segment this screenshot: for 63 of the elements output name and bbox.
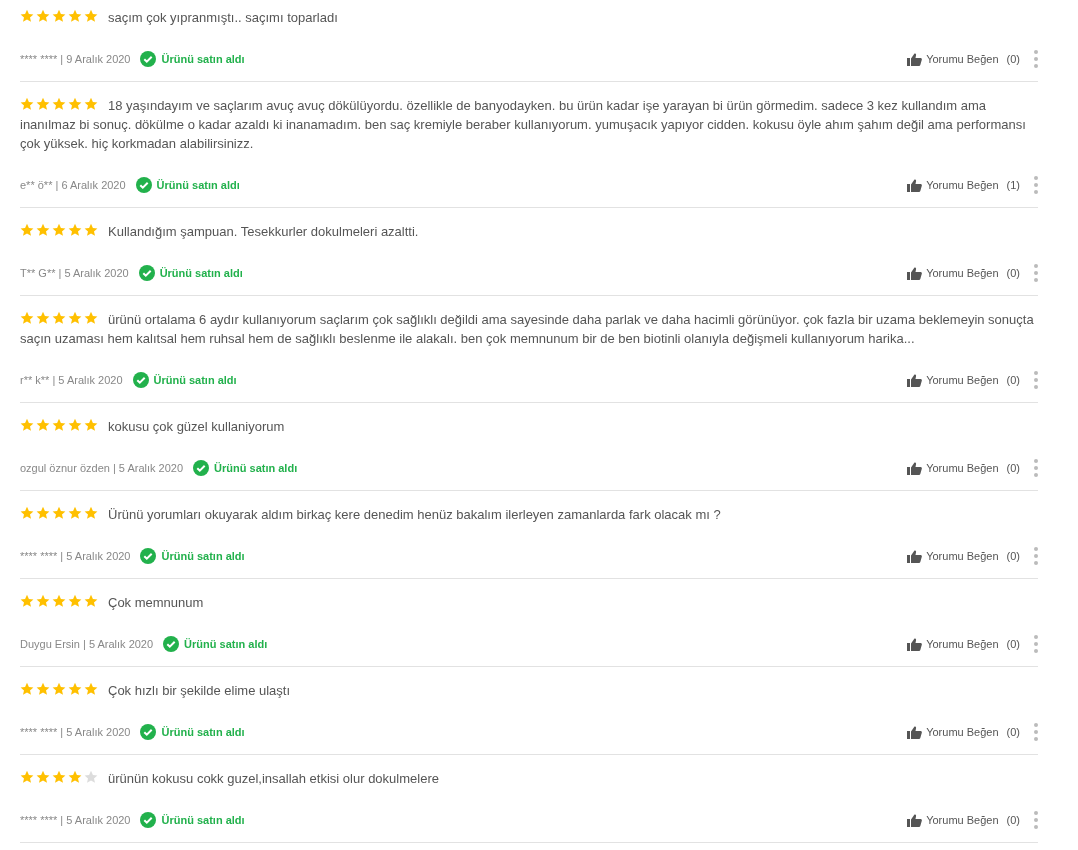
- verified-purchase-label: Ürünü satın aldı: [184, 638, 268, 650]
- more-options-icon[interactable]: [1034, 264, 1038, 282]
- thumbs-up-icon: [907, 813, 923, 827]
- reviewer-byline: **** **** | 5 Aralık 2020: [20, 814, 131, 826]
- check-circle-icon: [193, 460, 210, 476]
- review-text: Ürünü yorumları okuyarak aldım birkaç kere denedim henüz bakalım ilerleyen zamanlarda fark olacak mı ?: [108, 507, 721, 522]
- check-circle-icon: [140, 51, 157, 67]
- more-options-icon[interactable]: [1034, 723, 1038, 741]
- check-circle-icon: [163, 636, 180, 652]
- thumbs-up-icon: [907, 461, 923, 475]
- review-text: Kullandığım şampuan. Tesekkurler dokulmeleri azaltti.: [108, 224, 419, 239]
- reviewer-byline: ozgul öznur özden | 5 Aralık 2020: [20, 462, 184, 474]
- review-text: saçım çok yıpranmıştı.. saçımı toparladı: [108, 10, 338, 25]
- more-options-icon[interactable]: [1034, 547, 1038, 565]
- review-text: ürünün kokusu cokk guzel,insallah etkisi olur dokulmelere: [108, 771, 439, 786]
- review-text: ürünü ortalama 6 aydır kullanıyorum saçlarım çok sağlıklı değildi ama sayesinde daha parlak ve daha hacimli görünüyor. çok fazla bir uzama beklemeyin sonuçta saçın uzaması hem kalıtsal hem ruhsal hem de sağlıklı beslenme ile alakalı. ben çok memnunum bir de ben biotinli olanıyla değişmeli kullanıyorum harika...: [20, 312, 1034, 346]
- review-text: Çok memnunum: [108, 595, 204, 610]
- like-review-button[interactable]: Yorumu Beğen (0): [907, 266, 1020, 280]
- like-review-button[interactable]: Yorumu Beğen (0): [907, 373, 1020, 387]
- reviewer-byline: **** **** | 5 Aralık 2020: [20, 550, 131, 562]
- reviewer-byline: r** k** | 5 Aralık 2020: [20, 374, 123, 386]
- thumbs-up-icon: [907, 178, 923, 192]
- reviewer-byline: e** ö** | 6 Aralık 2020: [20, 179, 126, 191]
- more-options-icon[interactable]: [1034, 50, 1038, 68]
- thumbs-up-icon: [907, 549, 923, 563]
- thumbs-up-icon: [907, 52, 923, 66]
- like-review-button[interactable]: Yorumu Beğen (0): [907, 461, 1020, 475]
- check-circle-icon: [140, 548, 157, 564]
- verified-purchase-label: Ürünü satın aldı: [156, 179, 240, 191]
- like-review-button[interactable]: Yorumu Beğen (0): [907, 725, 1020, 739]
- like-review-button[interactable]: Yorumu Beğen (0): [907, 637, 1020, 651]
- review-text: 18 yaşındayım ve saçlarım avuç avuç dökülüyordu. özellikle de banyodayken. bu ürün kadar işe yarayan bi ürün görmedim. sadece 3 kez kullandım ama inanılmaz bi sonuç. dökülme o kadar azaldı ki inanamadım. ben saç kremiyle beraber kullanıyorum. yumuşacık yapıyor cidden. kokusu öyle ahım şahım değil ama performansı çok yüksek. hiç korkmadan alabilirsinizz.: [20, 98, 1026, 151]
- verified-purchase-label: Ürünü satın aldı: [161, 550, 245, 562]
- more-options-icon[interactable]: [1034, 459, 1038, 477]
- thumbs-up-icon: [907, 725, 923, 739]
- verified-purchase-label: Ürünü satın aldı: [159, 267, 243, 279]
- check-circle-icon: [140, 812, 157, 828]
- reviewer-byline: Duygu Ersin | 5 Aralık 2020: [20, 638, 154, 650]
- check-circle-icon: [135, 177, 152, 193]
- thumbs-up-icon: [907, 637, 923, 651]
- verified-purchase-label: Ürünü satın aldı: [161, 726, 245, 738]
- like-review-button[interactable]: Yorumu Beğen (0): [907, 813, 1020, 827]
- more-options-icon[interactable]: [1034, 635, 1038, 653]
- check-circle-icon: [140, 724, 157, 740]
- more-options-icon[interactable]: [1034, 371, 1038, 389]
- thumbs-up-icon: [907, 266, 923, 280]
- check-circle-icon: [132, 372, 149, 388]
- like-review-button[interactable]: Yorumu Beğen (1): [907, 178, 1020, 192]
- verified-purchase-label: Ürünü satın aldı: [161, 53, 245, 65]
- verified-purchase-label: Ürünü satın aldı: [153, 374, 237, 386]
- review-text: kokusu çok güzel kullaniyorum: [108, 419, 285, 434]
- like-review-button[interactable]: Yorumu Beğen (0): [907, 52, 1020, 66]
- thumbs-up-icon: [907, 373, 923, 387]
- reviewer-byline: T** G** | 5 Aralık 2020: [20, 267, 129, 279]
- more-options-icon[interactable]: [1034, 811, 1038, 829]
- like-review-button[interactable]: Yorumu Beğen (0): [907, 549, 1020, 563]
- more-options-icon[interactable]: [1034, 176, 1038, 194]
- reviewer-byline: **** **** | 5 Aralık 2020: [20, 726, 131, 738]
- verified-purchase-label: Ürünü satın aldı: [161, 814, 245, 826]
- verified-purchase-label: Ürünü satın aldı: [214, 462, 298, 474]
- reviewer-byline: **** **** | 9 Aralık 2020: [20, 53, 131, 65]
- check-circle-icon: [138, 265, 155, 281]
- review-text: Çok hızlı bir şekilde elime ulaştı: [108, 683, 291, 698]
